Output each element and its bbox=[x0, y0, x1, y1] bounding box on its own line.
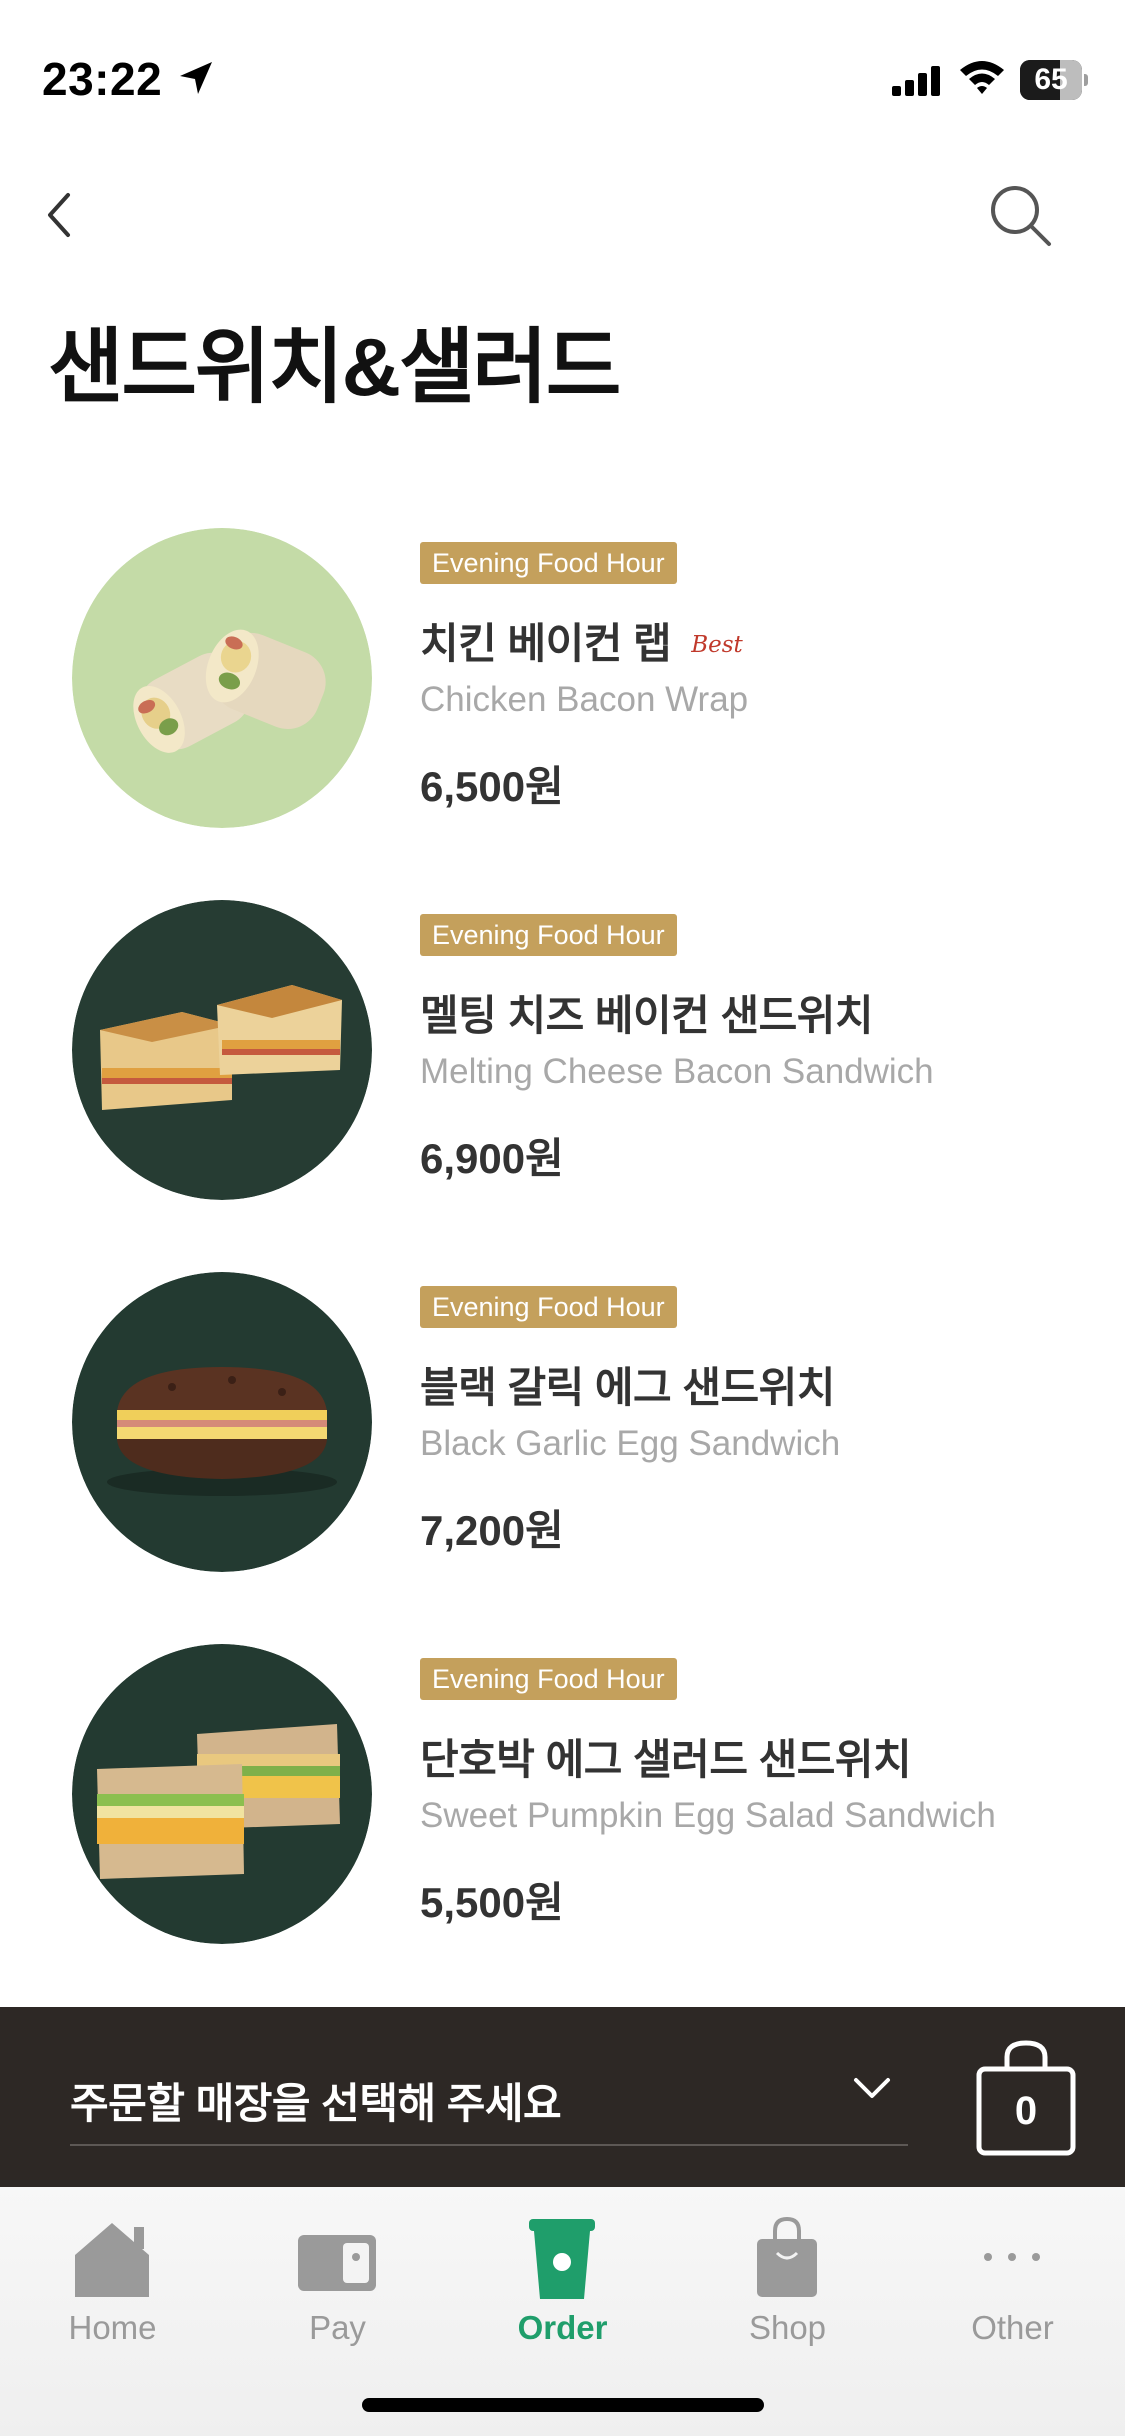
page-title: 샌드위치&샐러드 bbox=[48, 322, 621, 413]
evening-food-hour-tag: Evening Food Hour bbox=[420, 1658, 677, 1700]
menu-item-name-en: Black Garlic Egg Sandwich bbox=[420, 1424, 841, 1463]
evening-food-hour-tag: Evening Food Hour bbox=[420, 542, 677, 584]
wifi-icon bbox=[960, 61, 1004, 94]
search-button[interactable] bbox=[985, 180, 1055, 250]
menu-item-name-en: Chicken Bacon Wrap bbox=[420, 680, 749, 719]
tab-label: Home bbox=[68, 2309, 157, 2346]
evening-food-hour-tag: Evening Food Hour bbox=[420, 914, 677, 956]
search-icon bbox=[991, 186, 1051, 246]
tab-shop[interactable]: Shop bbox=[675, 2209, 900, 2359]
menu-item-black-garlic-egg-sandwich[interactable]: Evening Food Hour 블랙 갈릭 에그 샌드위치 Black Ga… bbox=[0, 1244, 1125, 1574]
store-select-placeholder: 주문할 매장을 선택해 주세요 bbox=[70, 2080, 562, 2127]
menu-item-price: 5,500원 bbox=[420, 1879, 564, 1926]
menu-item-name-ko: 단호박 에그 샐러드 샌드위치 bbox=[420, 1736, 912, 1783]
menu-item-name-en: Sweet Pumpkin Egg Salad Sandwich bbox=[420, 1796, 996, 1835]
menu-item-sweet-pumpkin-egg-salad-sandwich[interactable]: Evening Food Hour 단호박 에그 샐러드 샌드위치 Sweet … bbox=[0, 1616, 1125, 1946]
tab-order[interactable]: Order bbox=[450, 2209, 675, 2359]
tab-pay[interactable]: Pay bbox=[225, 2209, 450, 2359]
menu-item-price: 6,500원 bbox=[420, 763, 564, 810]
product-image bbox=[72, 900, 372, 1200]
menu-item-name-ko: 멜팅 치즈 베이컨 샌드위치 bbox=[420, 992, 874, 1039]
menu-item-chicken-bacon-wrap[interactable]: Evening Food Hour 치킨 베이컨 랩 Best Chicken B… bbox=[0, 500, 1125, 830]
location-arrow-icon bbox=[180, 62, 212, 94]
tab-label: Pay bbox=[309, 2309, 366, 2346]
battery-percent: 65 bbox=[1034, 63, 1068, 96]
battery-indicator: 65 bbox=[1020, 60, 1088, 100]
product-image bbox=[72, 528, 372, 828]
chevron-left-icon bbox=[48, 193, 70, 237]
store-select-dropdown[interactable]: 주문할 매장을 선택해 주세요 bbox=[70, 2052, 908, 2146]
evening-food-hour-tag: Evening Food Hour bbox=[420, 1286, 677, 1328]
tab-label: Shop bbox=[748, 2309, 827, 2346]
cart-count: 0 bbox=[1014, 2089, 1038, 2133]
bag-icon bbox=[757, 2216, 817, 2297]
card-icon bbox=[298, 2235, 376, 2291]
menu-item-name-en: Melting Cheese Bacon Sandwich bbox=[420, 1052, 934, 1091]
tab-label: Order bbox=[517, 2309, 608, 2346]
cup-icon bbox=[529, 2219, 595, 2299]
menu-item-price: 7,200원 bbox=[420, 1507, 564, 1554]
store-selector-bar: 주문할 매장을 선택해 주세요 0 bbox=[0, 2007, 1125, 2187]
back-button[interactable] bbox=[36, 185, 86, 245]
product-image bbox=[72, 1644, 372, 1944]
menu-item-melting-cheese-bacon-sandwich[interactable]: Evening Food Hour 멜팅 치즈 베이컨 샌드위치 Melting… bbox=[0, 872, 1125, 1202]
tab-home[interactable]: Home bbox=[0, 2209, 225, 2359]
menu-item-name-ko: 블랙 갈릭 에그 샌드위치 bbox=[420, 1364, 835, 1411]
more-icon bbox=[984, 2253, 1040, 2261]
tab-other[interactable]: Other bbox=[900, 2209, 1125, 2359]
chevron-down-icon bbox=[854, 2078, 890, 2098]
status-bar: 23:22 65 bbox=[0, 0, 1125, 160]
cellular-signal-icon bbox=[892, 66, 940, 96]
cart-button[interactable]: 0 bbox=[975, 2039, 1077, 2159]
product-image bbox=[72, 1272, 372, 1572]
best-badge: Best bbox=[691, 632, 743, 658]
status-time: 23:22 bbox=[42, 53, 163, 105]
home-icon bbox=[75, 2223, 149, 2297]
tab-label: Other bbox=[971, 2309, 1054, 2346]
menu-item-name-ko: 치킨 베이컨 랩 bbox=[420, 620, 672, 667]
home-indicator bbox=[362, 2398, 764, 2412]
menu-item-price: 6,900원 bbox=[420, 1135, 564, 1182]
